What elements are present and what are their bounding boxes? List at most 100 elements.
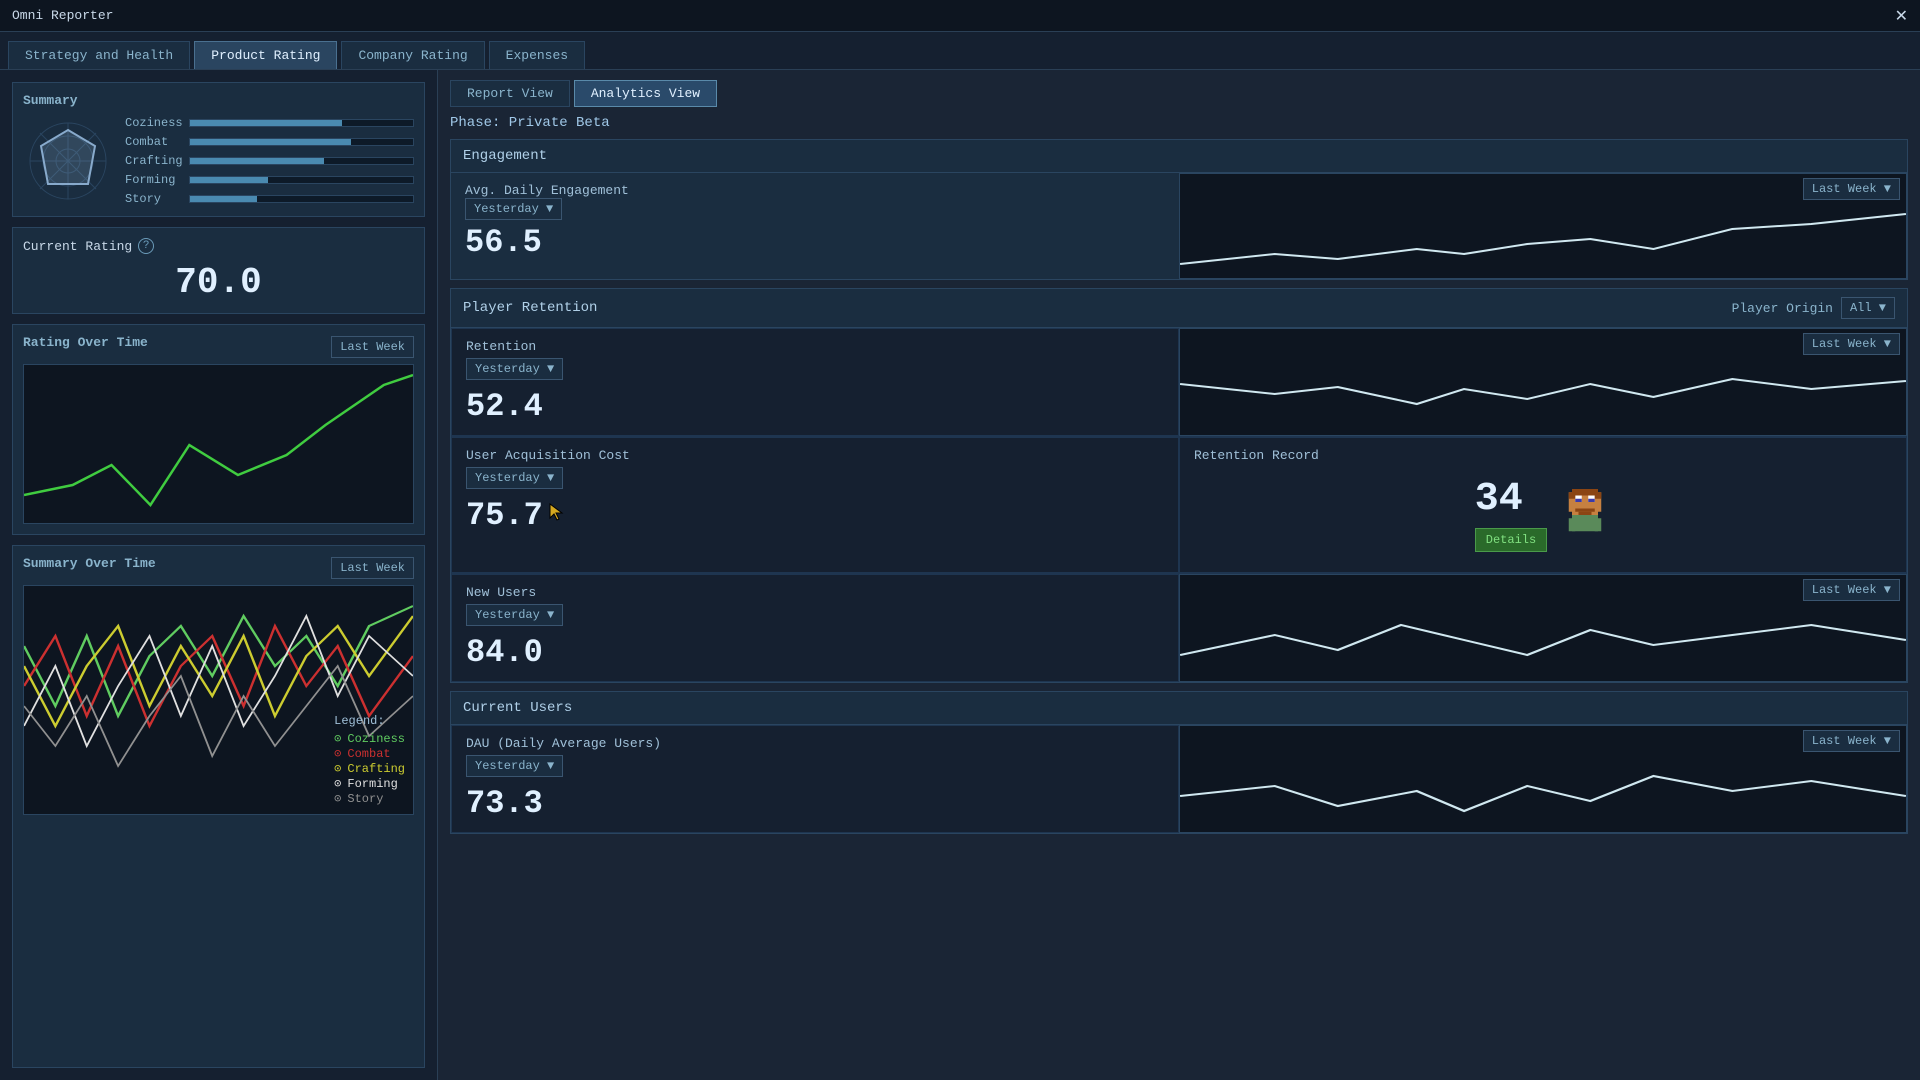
sub-tabs: Report View Analytics View <box>450 80 1908 107</box>
retention-record-title: Retention Record <box>1194 448 1892 463</box>
stat-bars: Coziness Combat Crafting <box>125 116 414 206</box>
tab-report-view[interactable]: Report View <box>450 80 570 107</box>
player-retention-title: Player Retention Player Origin All ▼ <box>451 289 1907 328</box>
tab-analytics-view[interactable]: Analytics View <box>574 80 717 107</box>
dau-row: DAU (Daily Average Users) Yesterday ▼ 73… <box>451 725 1907 833</box>
stat-label-story: Story <box>125 192 183 206</box>
legend-crafting: ⊙ Crafting <box>334 761 405 776</box>
tab-strategy[interactable]: Strategy and Health <box>8 41 190 69</box>
legend-label-forming: Forming <box>347 777 397 791</box>
stat-bar-fill-story <box>190 196 257 202</box>
retention-value: 52.4 <box>466 388 1164 425</box>
dau-card: DAU (Daily Average Users) Yesterday ▼ 73… <box>451 725 1179 833</box>
stat-label-coziness: Coziness <box>125 116 183 130</box>
app-title: Omni Reporter <box>12 8 113 23</box>
legend-label-crafting: Crafting <box>347 762 405 776</box>
acquisition-record-row: User Acquisition Cost Yesterday ▼ 75.7 R… <box>451 437 1907 574</box>
player-origin-row: Player Origin All ▼ <box>1732 297 1895 319</box>
engagement-content: Avg. Daily Engagement Yesterday ▼ 56.5 L… <box>451 173 1907 279</box>
retention-record-inner: 34 Details <box>1194 467 1892 562</box>
retention-card: Retention Yesterday ▼ 52.4 <box>451 328 1179 436</box>
retention-record-card: Retention Record 34 Details <box>1179 437 1907 573</box>
titlebar: Omni Reporter ✕ <box>0 0 1920 32</box>
retention-row: Retention Yesterday ▼ 52.4 Last Week ▼ <box>451 328 1907 437</box>
legend-dot-combat: ⊙ <box>334 746 341 761</box>
summary-section: Summary <box>12 82 425 217</box>
new-users-value: 84.0 <box>466 634 1164 671</box>
new-users-chart: Last Week ▼ <box>1179 574 1907 682</box>
current-users-section: Current Users DAU (Daily Average Users) … <box>450 691 1908 834</box>
stat-bar-bg-forming <box>189 176 414 184</box>
engagement-value: 56.5 <box>465 224 1165 261</box>
retention-record-details-button[interactable]: Details <box>1475 528 1547 552</box>
stat-bar-bg-story <box>189 195 414 203</box>
legend-label-coziness: Coziness <box>347 732 405 746</box>
retention-chart: Last Week ▼ <box>1179 328 1907 436</box>
info-icon[interactable]: ? <box>138 238 154 254</box>
right-panel: Report View Analytics View Phase: Privat… <box>438 70 1920 1080</box>
stat-row-forming: Forming <box>125 173 414 187</box>
legend-forming: ⊙ Forming <box>334 776 405 791</box>
new-users-chart-header: Last Week ▼ <box>1180 575 1906 605</box>
stat-bar-fill-coziness <box>190 120 342 126</box>
legend-dot-forming: ⊙ <box>334 776 341 791</box>
summary-over-time-title: Summary Over Time <box>23 556 156 571</box>
close-button[interactable]: ✕ <box>1895 6 1908 26</box>
acquisition-dropdown-row: Yesterday ▼ <box>466 467 1164 489</box>
dau-chart: Last Week ▼ <box>1179 725 1907 833</box>
current-rating-title: Current Rating <box>23 239 132 254</box>
dau-value: 73.3 <box>466 785 1164 822</box>
engagement-section: Engagement Avg. Daily Engagement Yesterd… <box>450 139 1908 280</box>
tab-product-rating[interactable]: Product Rating <box>194 41 337 69</box>
acquisition-dropdown[interactable]: Yesterday ▼ <box>466 467 563 489</box>
player-origin-dropdown[interactable]: All ▼ <box>1841 297 1895 319</box>
retention-dropdown-row: Yesterday ▼ <box>466 358 1164 380</box>
user-acquisition-card: User Acquisition Cost Yesterday ▼ 75.7 <box>451 437 1179 573</box>
current-users-title: Current Users <box>451 692 1907 725</box>
summary-over-time-header: Summary Over Time Last Week <box>23 556 414 579</box>
current-rating-value: 70.0 <box>23 262 414 303</box>
dau-chart-dropdown[interactable]: Last Week ▼ <box>1803 730 1900 752</box>
stat-bar-fill-combat <box>190 139 351 145</box>
player-retention-title-text: Player Retention <box>463 300 597 316</box>
left-panel: Summary <box>0 70 438 1080</box>
avg-daily-engagement-title: Avg. Daily Engagement <box>465 183 1165 198</box>
retention-title: Retention <box>466 339 1164 354</box>
summary-dropdown[interactable]: Last Week <box>331 557 414 579</box>
stat-bar-fill-crafting <box>190 158 324 164</box>
retention-dropdown[interactable]: Yesterday ▼ <box>466 358 563 380</box>
tab-company-rating[interactable]: Company Rating <box>341 41 484 69</box>
new-users-chart-dropdown[interactable]: Last Week ▼ <box>1803 579 1900 601</box>
rating-over-time-title: Rating Over Time <box>23 335 148 350</box>
new-users-dropdown-row: Yesterday ▼ <box>466 604 1164 626</box>
current-rating-box: Current Rating ? 70.0 <box>12 227 425 314</box>
rating-dropdown[interactable]: Last Week <box>331 336 414 358</box>
player-retention-section: Player Retention Player Origin All ▼ Ret… <box>450 288 1908 683</box>
stat-bar-fill-forming <box>190 177 268 183</box>
main-layout: Summary <box>0 70 1920 1080</box>
retention-chart-header: Last Week ▼ <box>1180 329 1906 359</box>
engagement-left: Avg. Daily Engagement Yesterday ▼ 56.5 <box>451 173 1179 279</box>
engagement-dropdown[interactable]: Yesterday ▼ <box>465 198 562 220</box>
dau-dropdown[interactable]: Yesterday ▼ <box>466 755 563 777</box>
phase-label: Phase: Private Beta <box>450 115 1908 131</box>
legend-dot-coziness: ⊙ <box>334 731 341 746</box>
legend-combat: ⊙ Combat <box>334 746 405 761</box>
legend-dot-crafting: ⊙ <box>334 761 341 776</box>
stat-bar-bg-combat <box>189 138 414 146</box>
summary-title: Summary <box>23 93 414 108</box>
legend-coziness: ⊙ Coziness <box>334 731 405 746</box>
legend-label-combat: Combat <box>347 747 390 761</box>
radar-chart <box>23 116 113 206</box>
engagement-chart-dropdown[interactable]: Last Week ▼ <box>1803 178 1900 200</box>
new-users-title: New Users <box>466 585 1164 600</box>
engagement-chart: Last Week ▼ <box>1179 173 1907 279</box>
retention-record-value: 34 <box>1475 477 1523 522</box>
legend: Legend: ⊙ Coziness ⊙ Combat ⊙ Crafting <box>334 714 405 806</box>
stat-row-crafting: Crafting <box>125 154 414 168</box>
retention-chart-dropdown[interactable]: Last Week ▼ <box>1803 333 1900 355</box>
new-users-dropdown[interactable]: Yesterday ▼ <box>466 604 563 626</box>
engagement-title: Engagement <box>451 140 1907 173</box>
dau-dropdown-row: Yesterday ▼ <box>466 755 1164 777</box>
tab-expenses[interactable]: Expenses <box>489 41 585 69</box>
